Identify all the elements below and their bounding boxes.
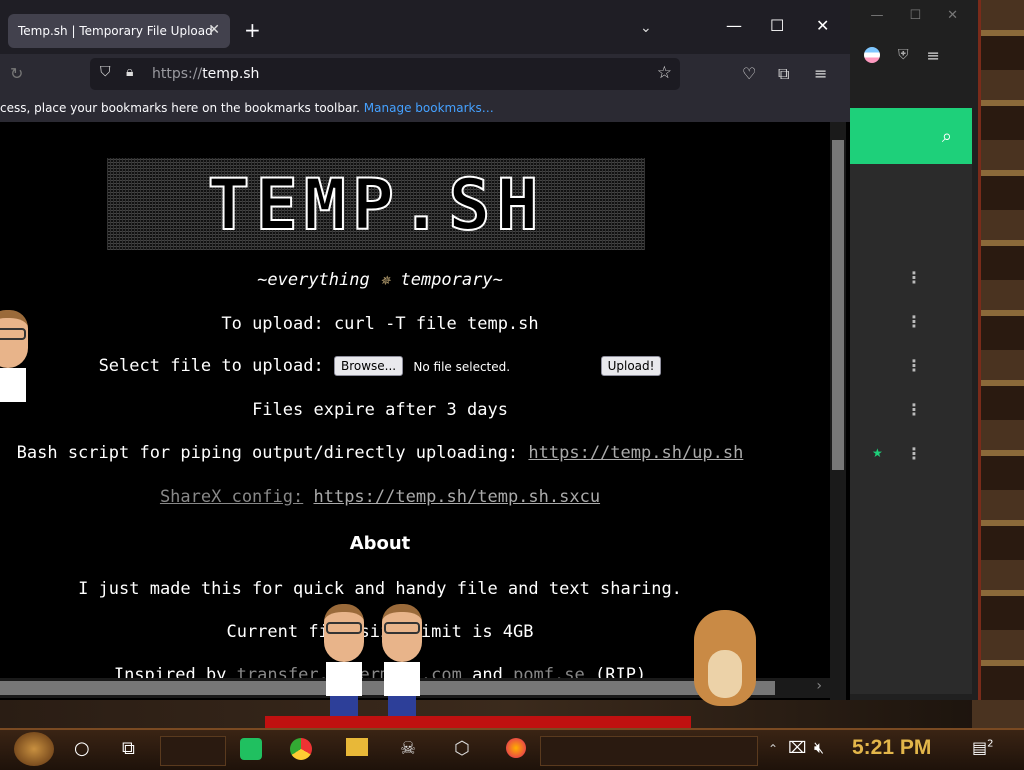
bash-script-row: Bash script for piping output/directly u… bbox=[0, 443, 760, 463]
star-icon: ★ bbox=[872, 446, 883, 460]
about-heading: About bbox=[349, 533, 411, 554]
bookmark-star-icon[interactable]: ☆ bbox=[657, 63, 672, 83]
pocket-icon[interactable]: ♡ bbox=[742, 64, 756, 83]
new-tab-button[interactable]: + bbox=[244, 18, 261, 42]
tagline-right: temporary~ bbox=[400, 270, 503, 290]
temp-sh-logo: TEMP.SH bbox=[107, 158, 645, 250]
close-icon[interactable]: ✕ bbox=[947, 8, 958, 23]
expire-notice: Files expire after 3 days bbox=[252, 400, 508, 420]
tab-temp-sh[interactable]: Temp.sh | Temporary File Upload ✕ bbox=[8, 14, 230, 48]
cortana-icon[interactable]: ○ bbox=[74, 738, 90, 759]
desktop-character bbox=[378, 604, 426, 722]
scroll-right-icon[interactable]: › bbox=[816, 678, 822, 694]
chevron-up-icon[interactable]: ⌃ bbox=[768, 742, 778, 756]
taskbar-search[interactable] bbox=[160, 736, 226, 766]
reload-icon[interactable]: ↻ bbox=[10, 64, 23, 83]
minimize-button[interactable]: — bbox=[726, 16, 742, 35]
manage-bookmarks-link[interactable]: Manage bookmarks… bbox=[364, 101, 494, 115]
search-icon[interactable]: ⌕ bbox=[942, 126, 952, 147]
bash-label: Bash script for piping output/directly u… bbox=[16, 443, 519, 463]
more-options-icon[interactable]: ⋮ bbox=[906, 312, 922, 331]
network-icon[interactable]: ⌧ bbox=[788, 738, 806, 757]
taskbar-blank-area bbox=[540, 736, 758, 766]
maximize-button[interactable]: ☐ bbox=[770, 16, 784, 35]
file-explorer-icon[interactable] bbox=[346, 738, 368, 756]
header-bar: ⌕ bbox=[848, 108, 972, 164]
upload-button[interactable]: Upload! bbox=[600, 356, 662, 376]
volume-muted-icon[interactable]: 🔇︎ bbox=[814, 738, 824, 758]
notes-app-icon[interactable] bbox=[240, 738, 262, 760]
desktop-character bbox=[0, 310, 32, 428]
more-options-icon[interactable]: ⋮ bbox=[906, 268, 922, 287]
tab-title: Temp.sh | Temporary File Upload bbox=[18, 24, 213, 38]
background-window[interactable]: — ☐ ✕ ⛨ ≡ ⌕ ⋮ ⋮ ⋮ ⋮ ★ ⋮ bbox=[848, 0, 981, 700]
sharex-row: ShareX config: https://temp.sh/temp.sh.s… bbox=[0, 487, 760, 507]
tracking-protection-icon[interactable]: ⛉ bbox=[100, 64, 111, 80]
bash-script-link[interactable]: https://temp.sh/up.sh bbox=[528, 443, 743, 463]
navigation-toolbar: ↻ ⛉ 🔒︎ https://temp.sh ☆ ♡ ⧉ ≡ bbox=[0, 54, 850, 94]
notification-count: 2 bbox=[987, 738, 994, 750]
system-clock[interactable]: 5:21 PM bbox=[852, 736, 931, 760]
lock-icon[interactable]: 🔒︎ bbox=[126, 64, 133, 80]
notification-icon[interactable]: ▤2 bbox=[972, 738, 994, 757]
hamster-character bbox=[694, 610, 756, 706]
tab-bar: Temp.sh | Temporary File Upload ✕ + ⌄ — … bbox=[0, 0, 850, 62]
vertical-scrollbar[interactable] bbox=[830, 122, 846, 700]
list-panel: ⋮ ⋮ ⋮ ⋮ ★ ⋮ bbox=[848, 164, 972, 694]
no-file-text: No file selected. bbox=[413, 360, 511, 374]
upload-instructions: To upload: curl -T file temp.sh bbox=[221, 314, 539, 334]
extensions-icon[interactable]: ⧉ bbox=[778, 64, 789, 84]
desktop-character bbox=[320, 604, 368, 722]
close-tab-icon[interactable]: ✕ bbox=[208, 22, 220, 38]
maximize-icon[interactable]: ☐ bbox=[909, 8, 921, 23]
start-button[interactable] bbox=[14, 732, 54, 766]
url-text: https://temp.sh bbox=[152, 66, 260, 82]
tagline: ~everything ✵ temporary~ bbox=[0, 270, 760, 290]
menu-icon[interactable]: ≡ bbox=[927, 46, 940, 65]
file-select-row: Select file to upload: Browse... No file… bbox=[0, 356, 760, 376]
task-view-icon[interactable]: ⧉ bbox=[122, 738, 135, 759]
taskbar: ○ ⧉ ☠ ⬡ ⌃ ⌧ 🔇︎ 5:21 PM ▤2 bbox=[0, 728, 1024, 770]
firefox-icon[interactable] bbox=[506, 738, 526, 758]
about-text: I just made this for quick and handy fil… bbox=[78, 579, 682, 599]
browser-window: Temp.sh | Temporary File Upload ✕ + ⌄ — … bbox=[0, 0, 850, 700]
close-window-button[interactable]: ✕ bbox=[816, 16, 829, 35]
bookmarks-hint: cess, place your bookmarks here on the b… bbox=[0, 101, 360, 115]
dragonfly-icon: ✵ bbox=[379, 270, 391, 290]
unity-icon[interactable]: ⬡ bbox=[454, 738, 470, 759]
select-label: Select file to upload: bbox=[98, 356, 324, 376]
background-window-toolbar: ⛨ ≡ bbox=[848, 30, 978, 80]
background-window-titlebar: — ☐ ✕ bbox=[848, 0, 978, 30]
skull-app-icon[interactable]: ☠ bbox=[400, 738, 416, 759]
browse-button[interactable]: Browse... bbox=[333, 356, 404, 376]
desktop-decoration bbox=[265, 716, 691, 728]
app-menu-icon[interactable]: ≡ bbox=[814, 64, 827, 83]
bookmarks-toolbar: cess, place your bookmarks here on the b… bbox=[0, 94, 850, 122]
chrome-icon[interactable] bbox=[290, 738, 312, 760]
minimize-icon[interactable]: — bbox=[870, 8, 883, 23]
address-bar[interactable]: ⛉ 🔒︎ https://temp.sh ☆ bbox=[90, 58, 680, 90]
list-all-tabs-icon[interactable]: ⌄ bbox=[640, 20, 652, 36]
logo-text: TEMP.SH bbox=[206, 163, 545, 247]
more-options-icon[interactable]: ⋮ bbox=[906, 400, 922, 419]
sharex-label[interactable]: ShareX config: bbox=[160, 487, 303, 507]
scrollbar-thumb[interactable] bbox=[832, 140, 844, 470]
more-options-icon[interactable]: ⋮ bbox=[906, 356, 922, 375]
ublock-icon[interactable]: ⛨ bbox=[898, 47, 909, 63]
flag-extension-icon[interactable] bbox=[864, 47, 880, 63]
tagline-left: ~everything bbox=[257, 270, 370, 290]
sharex-config-link[interactable]: https://temp.sh/temp.sh.sxcu bbox=[313, 487, 600, 507]
more-options-icon[interactable]: ⋮ bbox=[906, 444, 922, 463]
